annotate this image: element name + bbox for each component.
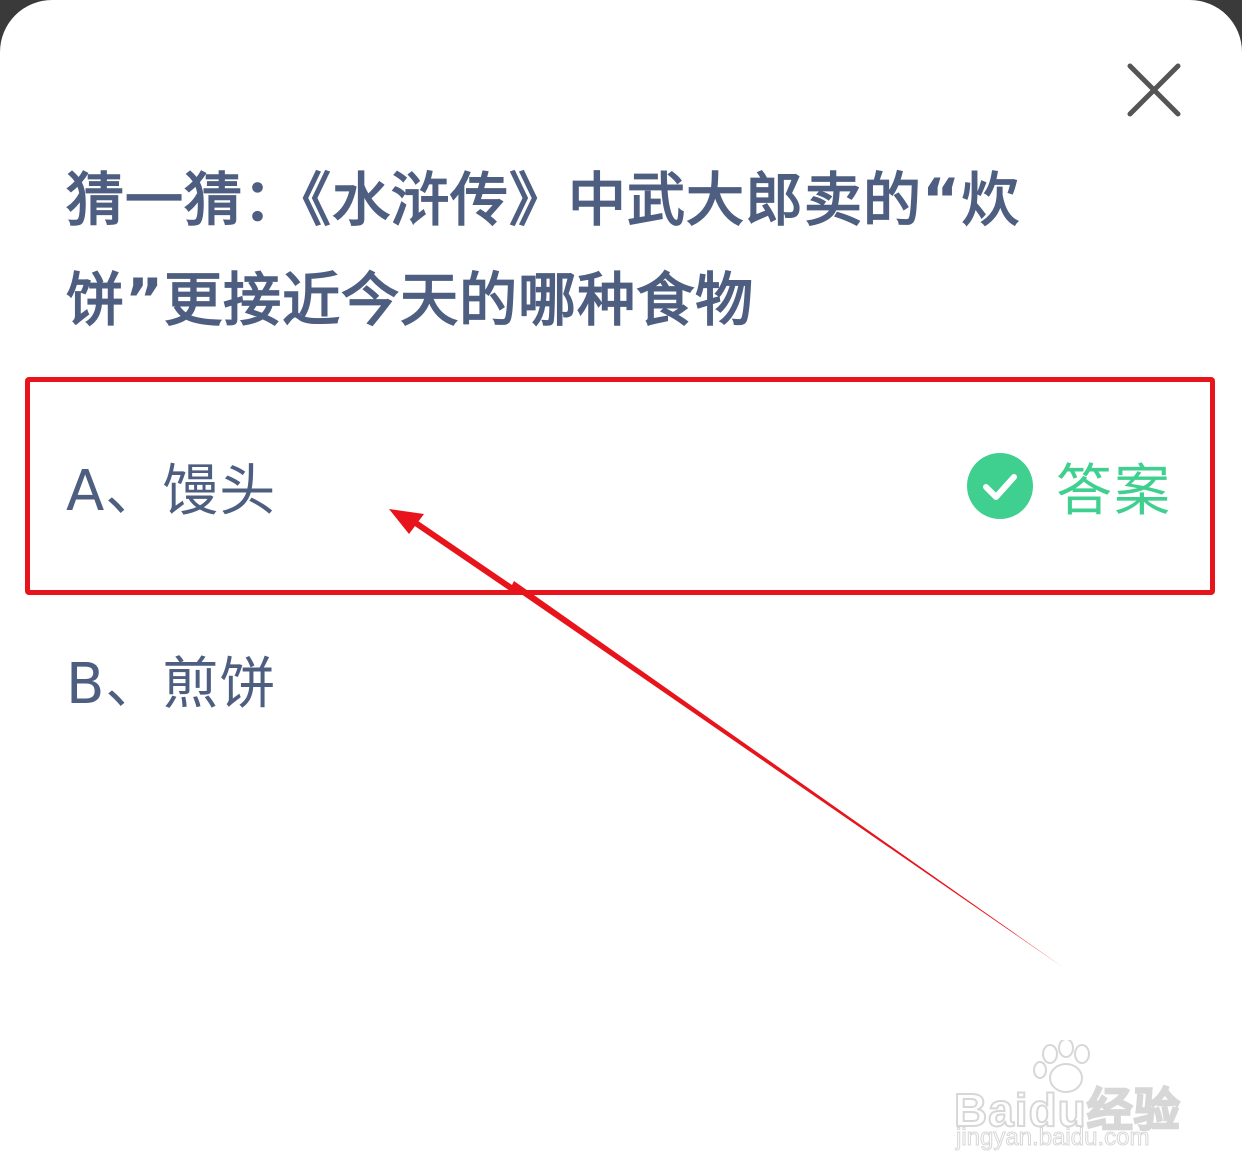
watermark-url: jingyan.baidu.com — [955, 1124, 1150, 1152]
option-b-label: B、煎饼 — [66, 651, 277, 717]
baidu-jingyan-watermark: Baidu经验 jingyan.baidu.com — [950, 1040, 1190, 1160]
annotation-highlight-box — [25, 377, 1215, 595]
question-text: 猜一猜：《水浒传》中武大郎卖的“炊饼”更接近今天的哪种食物 — [66, 166, 1021, 334]
option-b[interactable]: B、煎饼 — [28, 574, 1212, 784]
quiz-dialog: 猜一猜：《水浒传》中武大郎卖的“炊饼”更接近今天的哪种食物 A、馒头 答案 B、… — [0, 0, 1242, 1176]
close-button[interactable] — [1122, 58, 1186, 122]
close-icon — [1127, 63, 1181, 117]
